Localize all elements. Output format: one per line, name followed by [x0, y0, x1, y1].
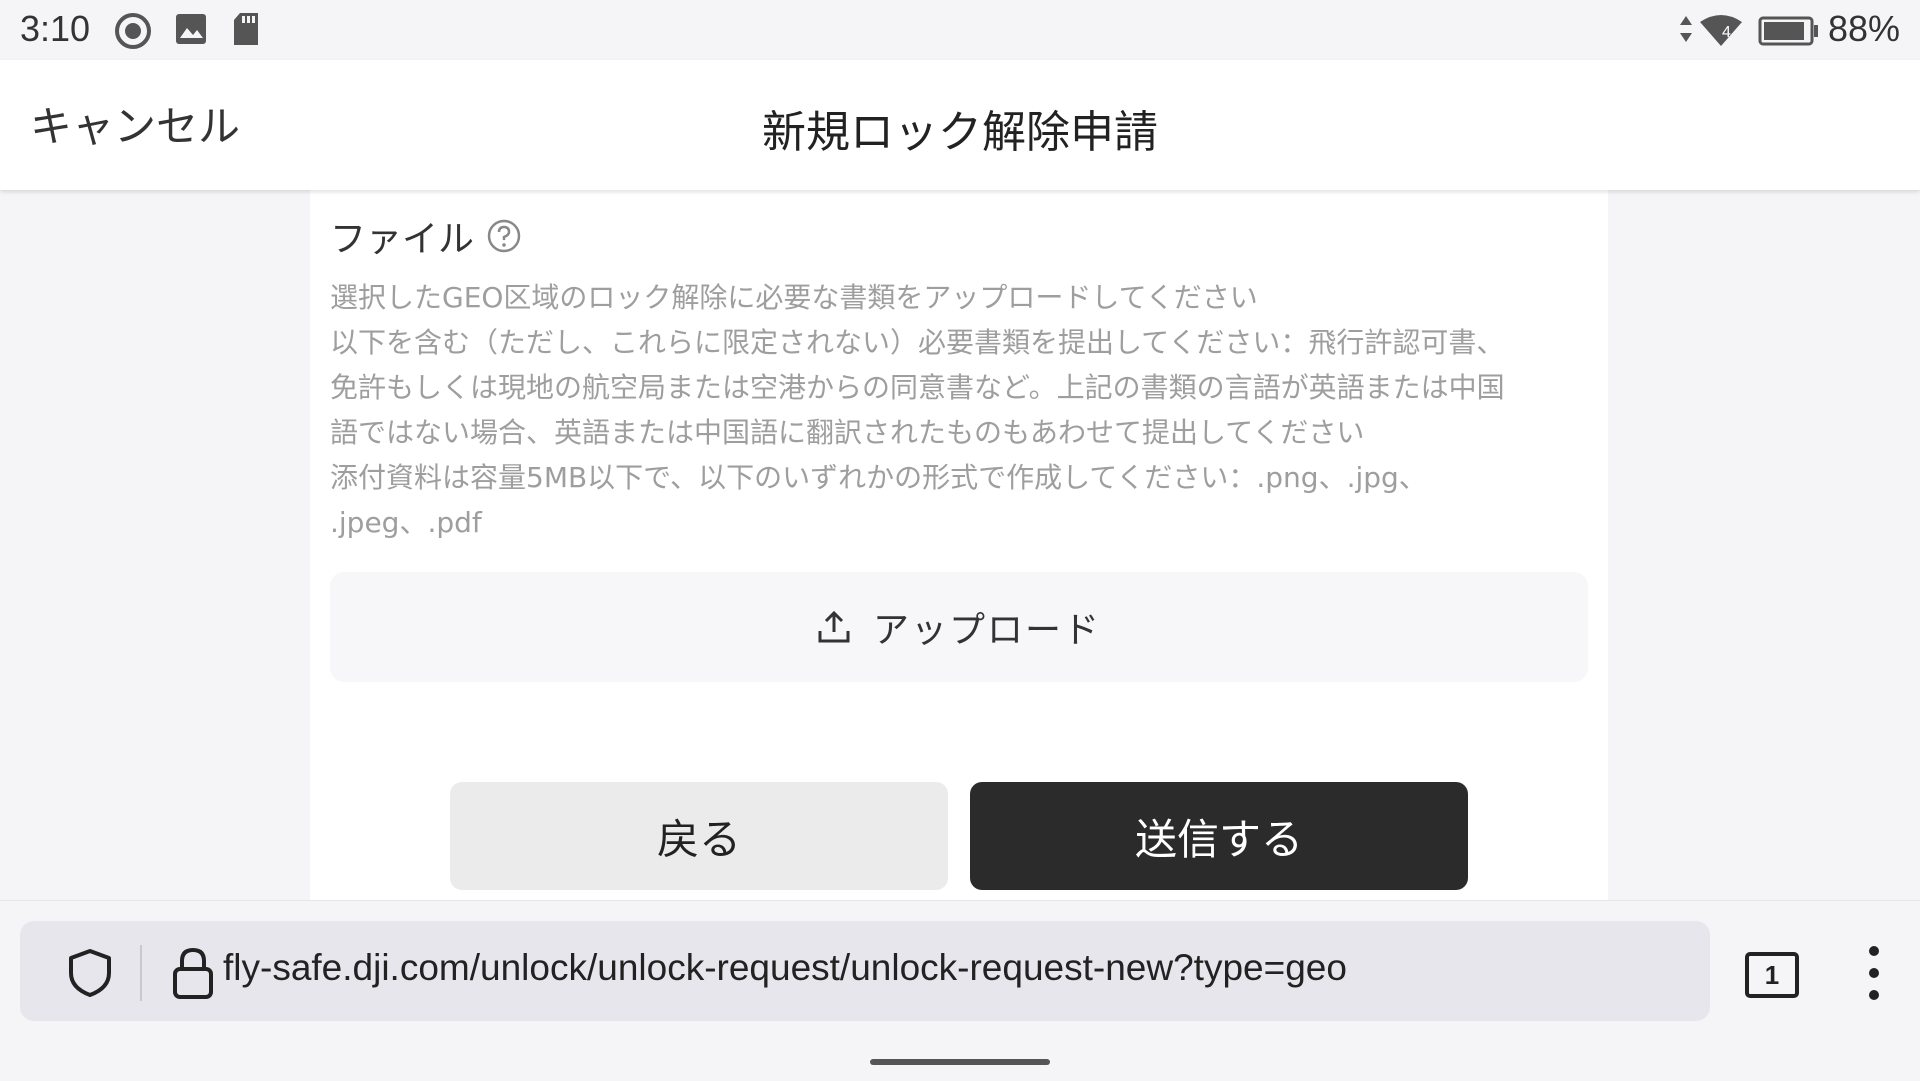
browser-toolbar: fly-safe.dji.com/unlock/unlock-request/u… [0, 900, 1920, 1081]
page-header: キャンセル 新規ロック解除申請 [0, 60, 1920, 190]
record-icon [115, 13, 151, 49]
home-indicator[interactable] [870, 1059, 1050, 1065]
address-bar[interactable]: fly-safe.dji.com/unlock/unlock-request/u… [20, 921, 1710, 1021]
more-menu-icon[interactable] [1862, 945, 1886, 1001]
lock-icon[interactable] [168, 945, 218, 1001]
address-divider [140, 945, 142, 1001]
upload-label: アップロード [872, 610, 1101, 651]
tab-count-button[interactable]: 1 [1745, 952, 1799, 998]
file-description: 選択したGEO区域のロック解除に必要な書類をアップロードしてください 以下を含む… [330, 275, 1580, 545]
sd-card-icon [234, 13, 258, 45]
signal-label: 4 [1722, 24, 1731, 41]
shield-icon[interactable] [64, 947, 116, 999]
file-section-header: ファイル [330, 210, 522, 262]
battery-percent: 88% [1827, 8, 1900, 49]
submit-button[interactable]: 送信する [970, 782, 1468, 890]
description-line: 添付資料は容量5MB以下で、以下のいずれかの形式で作成してください：.png、.… [330, 461, 1427, 494]
battery-icon [1758, 16, 1818, 46]
wifi-icon [1700, 15, 1742, 46]
help-icon[interactable] [486, 218, 522, 254]
description-line: .jpeg、.pdf [330, 506, 482, 539]
status-bar: 3:10 4 88% [0, 0, 1920, 60]
form-card: ファイル 選択したGEO区域のロック解除に必要な書類をアップロードしてください … [310, 190, 1608, 900]
description-line: 選択したGEO区域のロック解除に必要な書類をアップロードしてください [330, 281, 1258, 314]
upload-icon [818, 610, 850, 643]
status-time: 3:10 [20, 8, 91, 49]
upload-button[interactable]: アップロード [330, 572, 1588, 682]
image-icon [176, 14, 206, 44]
page-title: 新規ロック解除申請 [762, 107, 1158, 158]
file-label: ファイル [330, 219, 475, 260]
data-arrows-icon [1680, 16, 1692, 42]
back-button[interactable]: 戻る [450, 782, 948, 890]
url-text[interactable]: fly-safe.dji.com/unlock/unlock-request/u… [223, 947, 1347, 989]
description-line: 語ではない場合、英語または中国語に翻訳されたものもあわせて提出してください [330, 416, 1365, 449]
description-line: 以下を含む（ただし、これらに限定されない）必要書類を提出してください：飛行許認可… [330, 326, 1505, 359]
description-line: 免許もしくは現地の航空局または空港からの同意書など。上記の書類の言語が英語または… [330, 371, 1505, 404]
